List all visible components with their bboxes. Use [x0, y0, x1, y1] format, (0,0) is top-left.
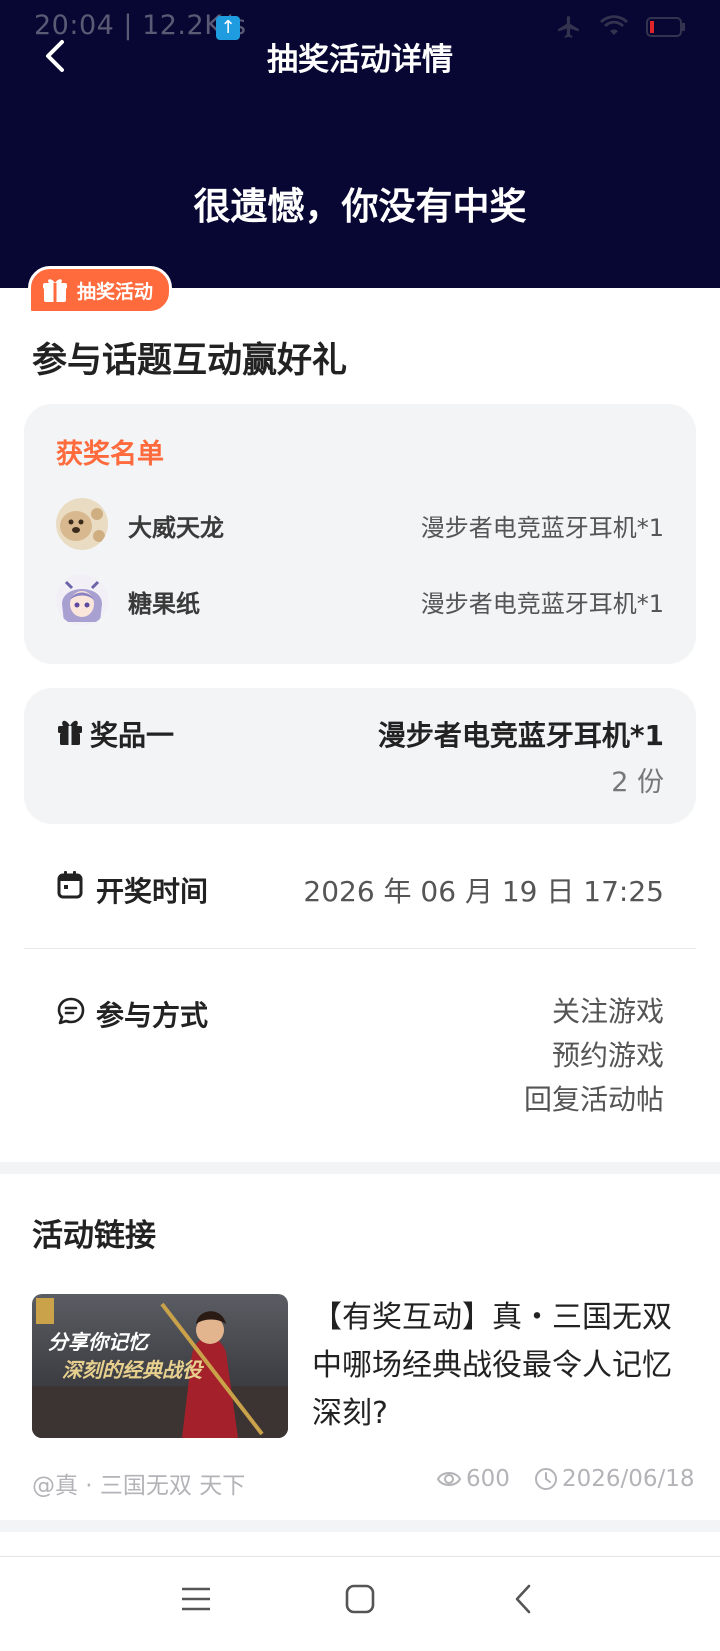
back-icon[interactable]: [504, 1579, 544, 1619]
winner-name[interactable]: 大威天龙: [128, 508, 224, 543]
prize-label: 奖品一: [90, 719, 175, 752]
winners-panel: 获奖名单 大威天龙 漫步者电竞蓝牙耳机*1 糖果纸 漫步者电竞蓝牙耳机*1: [24, 404, 696, 664]
clock-icon: [535, 1468, 557, 1490]
links-heading: 活动链接: [32, 1218, 156, 1254]
divider: [24, 948, 696, 949]
prize-count: 2 份: [611, 767, 664, 798]
thumbnail-caption-1: 分享你记忆: [48, 1330, 148, 1354]
draw-time-value: 2026 年 06 月 19 日 17:25: [303, 875, 664, 908]
gift-icon: [58, 720, 82, 745]
post-author[interactable]: @真 · 三国无双 天下: [32, 1466, 245, 1500]
avatar[interactable]: [56, 574, 108, 626]
winner-row[interactable]: 糖果纸 漫步者电竞蓝牙耳机*1: [56, 574, 664, 626]
prize-name: 漫步者电竞蓝牙耳机*1: [377, 719, 664, 752]
method-reserve-game: 预约游戏: [551, 1039, 664, 1072]
post-thumbnail[interactable]: 分享你记忆 深刻的经典战役: [32, 1294, 288, 1438]
winner-row[interactable]: 大威天龙 漫步者电竞蓝牙耳机*1: [56, 498, 664, 550]
system-navbar: [0, 1556, 720, 1651]
participation-label: 参与方式: [96, 999, 209, 1032]
gift-icon: [43, 279, 67, 302]
chat-icon: [57, 997, 85, 1025]
activity-title: 参与话题互动赢好礼: [32, 341, 348, 381]
home-icon[interactable]: [340, 1579, 380, 1619]
avatar[interactable]: [56, 498, 108, 550]
thumbnail-caption-2: 深刻的经典战役: [62, 1358, 202, 1382]
winner-name[interactable]: 糖果纸: [128, 584, 200, 619]
method-reply-post: 回复活动帖: [523, 1083, 664, 1116]
participation-methods: 关注游戏 预约游戏 回复活动帖: [524, 990, 664, 1122]
dog-avatar-icon: [56, 498, 108, 550]
prize-panel: 奖品一 漫步者电竞蓝牙耳机*1 2 份: [24, 688, 696, 824]
section-divider: [0, 1520, 720, 1532]
page-title: 抽奖活动详情: [267, 42, 453, 78]
post-date: 2026/06/18: [562, 1466, 695, 1492]
section-divider: [0, 1162, 720, 1174]
header: 20:04 | 12.2K/s ↑ 抽奖活动详情 很遗憾，你没有中奖: [0, 0, 720, 288]
method-follow-game: 关注游戏: [551, 995, 664, 1028]
post-views: 600: [466, 1466, 510, 1492]
winners-heading: 获奖名单: [56, 439, 164, 470]
calendar-icon: [57, 871, 83, 899]
badge-label: 抽奖活动: [77, 280, 154, 303]
post-title[interactable]: 【有奖互动】真・三国无双中哪场经典战役最令人记忆深刻?: [312, 1294, 682, 1438]
activity-badge: 抽奖活动: [28, 266, 173, 314]
winner-prize: 漫步者电竞蓝牙耳机*1: [420, 514, 664, 542]
result-text: 很遗憾，你没有中奖: [193, 185, 527, 228]
menu-icon[interactable]: [176, 1579, 216, 1619]
winner-prize: 漫步者电竞蓝牙耳机*1: [420, 590, 664, 618]
eye-icon: [436, 1472, 462, 1486]
draw-time-label: 开奖时间: [96, 875, 209, 908]
anime-avatar-icon: [56, 574, 108, 626]
